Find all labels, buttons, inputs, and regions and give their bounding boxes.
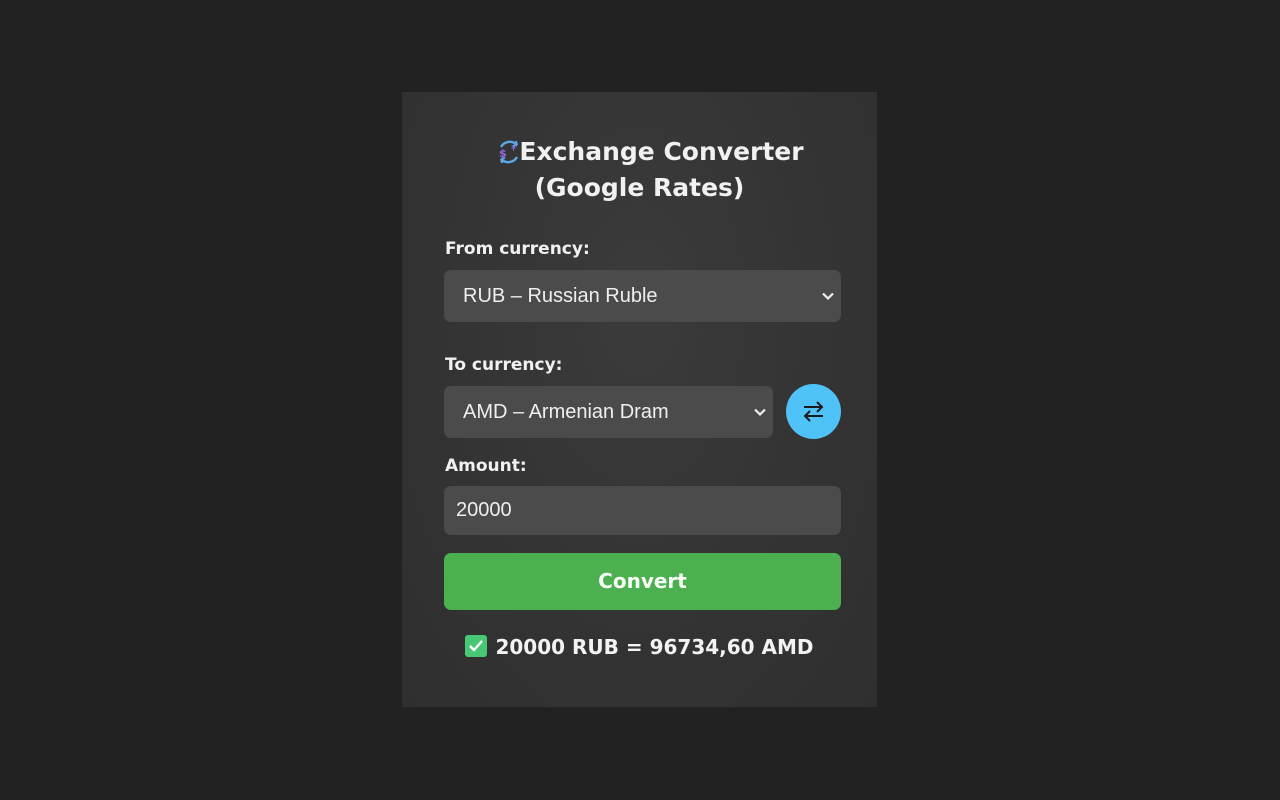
from-currency-value: RUB – Russian Ruble (463, 285, 658, 307)
chevron-down-icon (822, 292, 834, 301)
result-text: 20000 RUB = 96734,60 AMD (495, 635, 814, 659)
conversion-result: 20000 RUB = 96734,60 AMD (402, 632, 877, 662)
to-currency-select[interactable]: AMD – Armenian Dram (444, 386, 773, 438)
swap-currencies-button[interactable] (786, 384, 841, 439)
from-currency-select[interactable]: RUB – Russian Ruble (444, 270, 841, 322)
to-currency-label: To currency: (445, 355, 563, 375)
title-line-1: Exchange Converter (519, 137, 804, 166)
amount-input[interactable]: 20000 (444, 486, 841, 535)
to-currency-value: AMD – Armenian Dram (463, 401, 669, 423)
amount-label: Amount: (445, 456, 527, 476)
swap-arrows-icon (803, 401, 824, 422)
title-line-2: (Google Rates) (534, 173, 745, 202)
from-currency-label: From currency: (445, 239, 590, 259)
page-title: Exchange Converter (Google Rates) (402, 134, 877, 206)
convert-button[interactable]: Convert (444, 553, 841, 610)
chevron-down-icon (754, 408, 766, 417)
check-mark-icon (465, 635, 488, 657)
converter-panel: $ ¥ Exchange Converter (Google Rates) Fr… (402, 92, 877, 707)
